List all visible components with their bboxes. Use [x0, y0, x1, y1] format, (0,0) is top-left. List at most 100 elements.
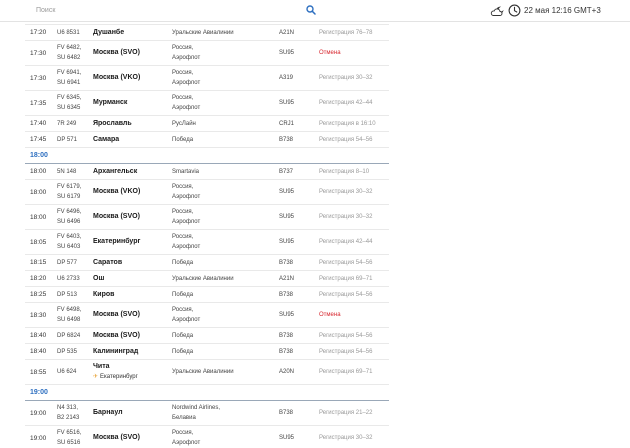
departure-time: 18:00 [30, 213, 47, 221]
flight-status: Отмена [319, 312, 341, 318]
aircraft-type: SU95 [279, 100, 295, 106]
aircraft-type: B738 [279, 136, 294, 143]
flight-numbers: FV 6179, SU 6179 [57, 182, 93, 202]
flight-row[interactable]: 17:30 FV 6482, SU 6482 Москва (SVO) Россия, А… [25, 41, 389, 66]
flight-status: Регистрация 54–56 [319, 291, 373, 298]
aircraft-type: A21N [279, 275, 295, 282]
airline: Россия, Аэрофлот [172, 232, 279, 252]
destination-city: Ош [93, 274, 105, 282]
destination-city: Москва (VKO) [93, 188, 141, 195]
departure-time: 17:20 [30, 29, 47, 36]
aircraft-type: B738 [279, 410, 294, 416]
flight-number: FV 6941, [57, 70, 82, 76]
airline: Уральские Авиалинии [172, 274, 279, 284]
destination: Москва (SVO) [93, 433, 172, 443]
departure-time: 18:05 [30, 238, 47, 246]
flight-row[interactable]: 17:40 7R 249 Ярославль РусЛайн CRJ1 Регистрац… [25, 116, 389, 132]
flight-status: Регистрация 30–32 [319, 189, 373, 195]
flight-row[interactable]: 18:20 U6 2733 Ош Уральские Авиалинии A21N Рег… [25, 271, 389, 287]
flight-row[interactable]: 18:40 DP 535 Калининград Победа B738 Регистра… [25, 344, 389, 360]
flight-row[interactable]: 18:55 U6 624 Чита ✈ Екатеринбург Уральские Ав… [25, 360, 389, 385]
destination: Москва (SVO) [93, 310, 172, 320]
aircraft-type: B737 [279, 168, 294, 175]
airline-name: Россия, [172, 307, 194, 313]
airline-name: Победа [172, 348, 194, 355]
destination-city: Архангельск [93, 167, 138, 175]
destination: Мурманск [93, 98, 172, 108]
flight-row[interactable]: 18:30 FV 6498, SU 6498 Москва (SVO) Россия, А… [25, 303, 389, 328]
aircraft-type: A319 [279, 75, 294, 81]
aircraft-type: SU95 [279, 435, 295, 441]
flight-status: Регистрация 69–71 [319, 275, 373, 282]
flight-numbers: 7R 249 [57, 119, 93, 129]
flight-status: Регистрация 69–71 [319, 369, 373, 375]
flight-row[interactable]: 18:40 DP 6824 Москва (SVO) Победа B738 Регист… [25, 328, 389, 344]
destination-city: Душанбе [93, 28, 125, 36]
flight-row[interactable]: 17:35 FV 6345, SU 6345 Мурманск Россия, Аэроф… [25, 91, 389, 116]
aircraft-type: B738 [279, 332, 294, 339]
flight-row[interactable]: 18:25 DP 513 Киров Победа B738 Регистрация 54… [25, 287, 389, 303]
flight-row[interactable]: 19:00 N4 313, B2 2143 Барнаул Nordwind Airli… [25, 401, 389, 426]
flight-numbers: FV 6941, SU 6941 [57, 68, 93, 88]
hour-header: 18:00 [25, 148, 389, 164]
aircraft-type: B738 [279, 259, 294, 266]
airline: Nordwind Airlines, Белавиа [172, 403, 279, 423]
search-input[interactable] [36, 3, 326, 18]
departure-time: 18:55 [30, 368, 47, 376]
aircraft-type: SU95 [279, 214, 295, 220]
departure-time: 17:30 [30, 74, 47, 82]
airline-name: Россия, [172, 430, 194, 436]
flight-number: DP 535 [57, 348, 77, 355]
airline-name: Россия, [172, 234, 194, 240]
airline-name: РусЛайн [172, 120, 196, 127]
airline-name: Аэрофлот [172, 105, 201, 111]
flight-number: SU 6516 [57, 440, 81, 446]
flight-row[interactable]: 18:00 5N 148 Архангельск Smartavia B737 Регис… [25, 164, 389, 180]
destination-city: Ярославль [93, 119, 132, 127]
flight-status: Регистрация 30–32 [319, 214, 373, 220]
airline-name: Уральские Авиалинии [172, 29, 234, 36]
flight-row[interactable]: 17:30 FV 6941, SU 6941 Москва (VKO) Россия, А… [25, 66, 389, 91]
destination-city: Калининград [93, 347, 139, 355]
flight-row[interactable]: 18:00 FV 6496, SU 6496 Москва (SVO) Россия, А… [25, 205, 389, 230]
airline-name: Россия, [172, 70, 194, 76]
airline-name: Аэрофлот [172, 317, 201, 323]
flight-number: DP 6824 [57, 332, 81, 339]
search-icon[interactable] [306, 5, 316, 15]
flight-numbers: U6 8531 [57, 28, 93, 38]
airline: Победа [172, 347, 279, 357]
airline-name: Россия, [172, 45, 194, 51]
airline-name: Победа [172, 259, 194, 266]
flight-row[interactable]: 18:05 FV 6403, SU 6403 Екатеринбург Россия, А… [25, 230, 389, 255]
flight-row[interactable]: 18:00 FV 6179, SU 6179 Москва (VKO) Россия, А… [25, 180, 389, 205]
hour-header: 19:00 [25, 385, 389, 401]
flight-row[interactable]: 17:20 U6 8531 Душанбе Уральские Авиалинии A2… [25, 25, 389, 41]
flight-number: SU 6179 [57, 194, 81, 200]
destination: Москва (SVO) [93, 212, 172, 222]
flight-number: 7R 249 [57, 120, 77, 127]
airline-name: Аэрофлот [172, 440, 201, 446]
flight-status: Регистрация 42–44 [319, 239, 373, 245]
flight-row[interactable]: 19:00 FV 6516, SU 6516 Москва (SVO) Россия, А… [25, 426, 389, 448]
airline-name: Победа [172, 136, 194, 143]
flight-status: Регистрация 54–56 [319, 136, 373, 143]
flight-number: FV 6498, [57, 307, 82, 313]
via-stop: ✈ Екатеринбург [93, 372, 172, 382]
destination: Архангельск [93, 167, 172, 177]
flight-number: B2 2143 [57, 415, 80, 421]
via-city: Екатеринбург [100, 374, 138, 380]
airline-name: Аэрофлот [172, 55, 201, 61]
airline: Россия, Аэрофлот [172, 93, 279, 113]
clock-icon [508, 4, 521, 17]
departure-time: 17:35 [30, 99, 47, 107]
flight-row[interactable]: 17:45 DP 571 Самара Победа B738 Регистрация 5… [25, 132, 389, 148]
airline-name: Белавиа [172, 415, 196, 421]
flight-numbers: FV 6496, SU 6496 [57, 207, 93, 227]
flight-row[interactable]: 18:15 DP 577 Саратов Победа B738 Регистрация … [25, 255, 389, 271]
destination: Душанбе [93, 28, 172, 38]
airline: Уральские Авиалинии [172, 28, 279, 38]
flight-numbers: DP 535 [57, 347, 93, 357]
destination-city: Москва (VKO) [93, 74, 141, 81]
departure-time: 19:00 [30, 409, 47, 417]
aircraft-type: B738 [279, 291, 294, 298]
